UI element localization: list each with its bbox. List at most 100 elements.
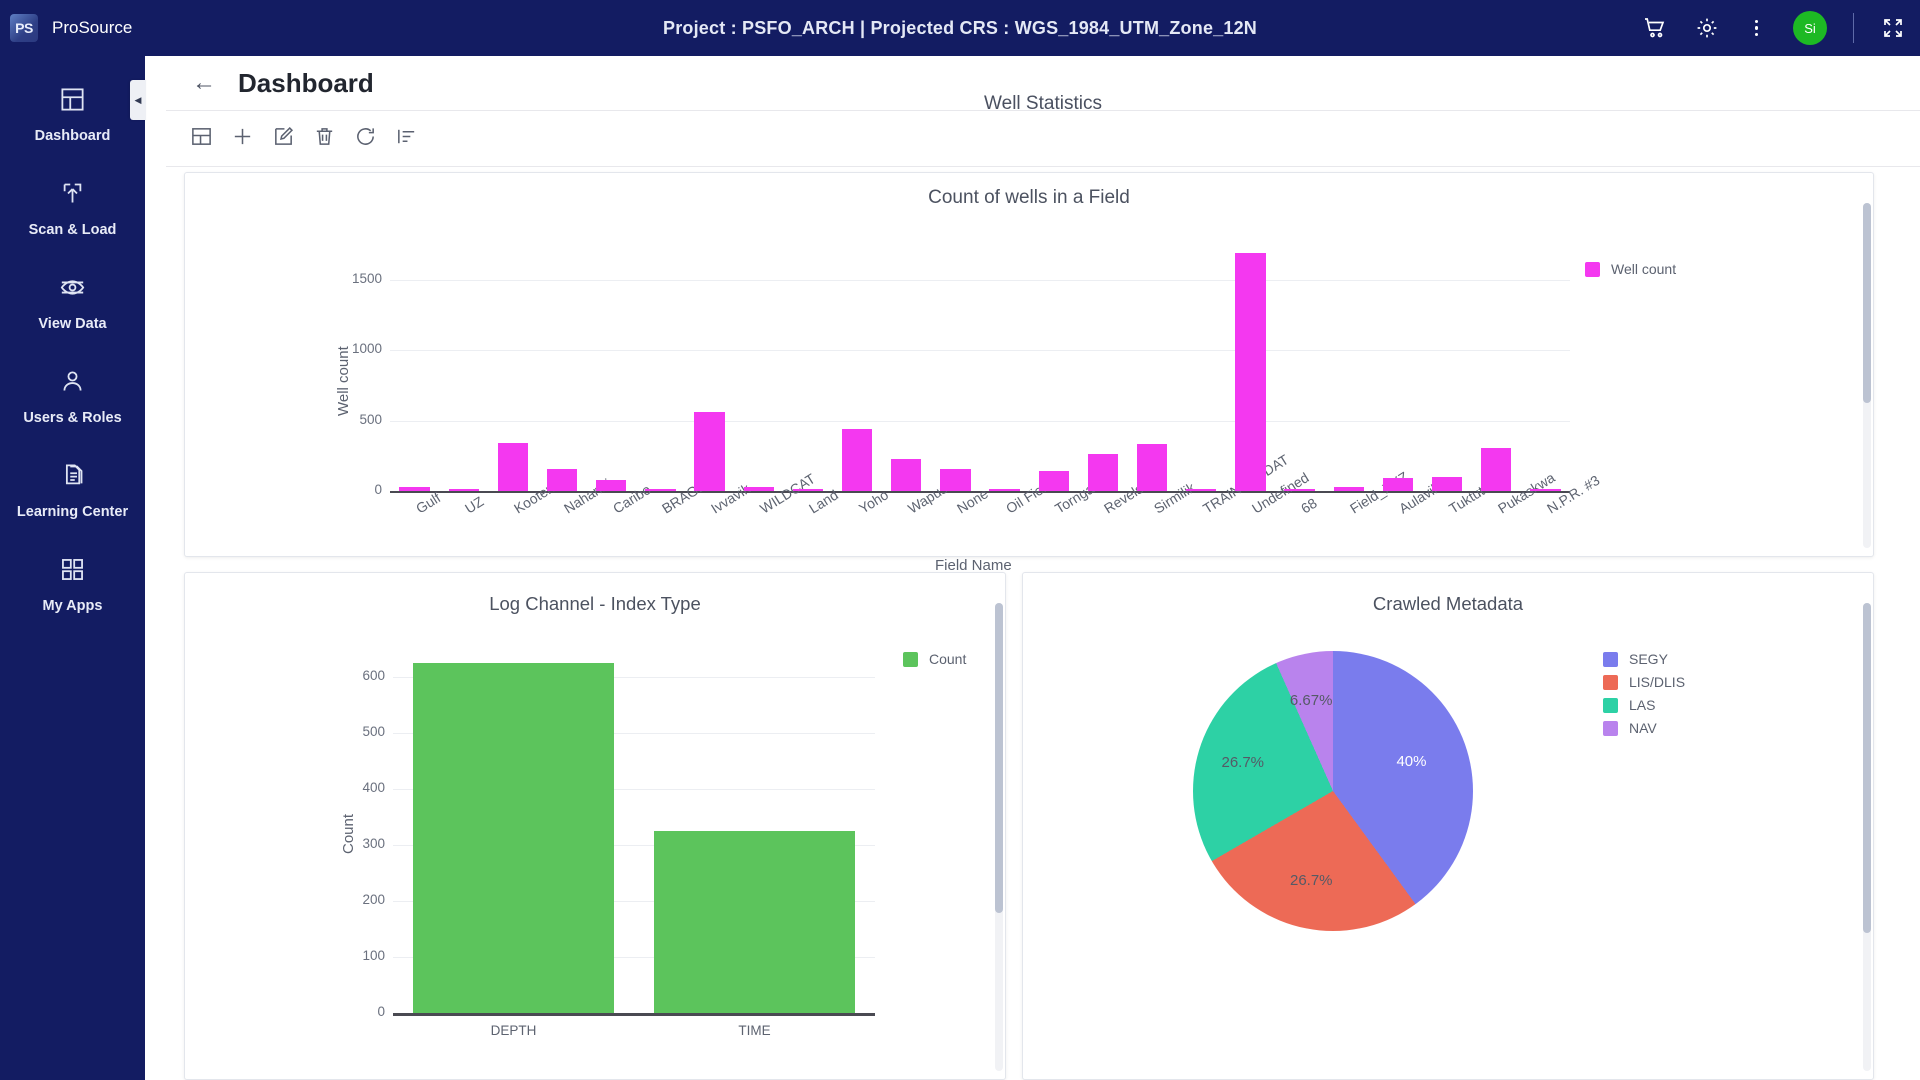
layout-grid-icon [190,125,213,153]
legend-swatch [1603,698,1618,713]
bar[interactable] [1088,454,1118,491]
sidebar-item-dashboard[interactable]: Dashboard [0,86,145,144]
pie-disc[interactable] [1193,651,1473,931]
crawled-metadata-pie-chart: 40%26.7%26.7%6.67% [1193,651,1473,931]
chart-legend: Well count [1585,261,1676,277]
bar[interactable] [399,487,429,491]
sidebar-item-my-apps[interactable]: My Apps [0,556,145,614]
x-axis-tick: 68 [1298,495,1320,517]
legend-label: Count [929,651,966,667]
legend-item[interactable]: Well count [1585,261,1676,277]
legend-item[interactable]: LAS [1603,697,1685,713]
app-root: PS ProSource Project : PSFO_ARCH | Proje… [0,0,1920,1080]
plus-icon [231,125,254,153]
x-axis-tick: TIME [654,1023,854,1038]
add-button[interactable] [227,124,257,154]
sidebar-item-view-data[interactable]: View Data [0,274,145,332]
bar[interactable] [547,469,577,491]
cart-icon[interactable] [1642,15,1668,41]
layout-grid-button[interactable] [186,124,216,154]
gridline [390,421,1570,422]
legend-label: LAS [1629,697,1655,713]
vertical-scrollbar[interactable] [1863,603,1871,1071]
chart-legend: Count [903,651,966,667]
scrollbar-thumb[interactable] [995,603,1003,913]
legend-swatch [1603,721,1618,736]
bar[interactable] [1481,448,1511,491]
page-header: ← Dashboard [166,56,1920,111]
bar[interactable] [1284,489,1314,491]
back-button[interactable]: ← [192,71,216,95]
bar[interactable] [1235,253,1265,491]
bar[interactable] [1334,487,1364,491]
gear-icon[interactable] [1694,15,1720,41]
upload-box-icon [59,180,86,212]
y-axis-label: Well count [335,346,352,416]
x-axis-tick: WILDCAT [757,470,818,516]
log-channel-card: Log Channel - Index Type 010020030040050… [184,572,1006,1080]
vertical-dots-icon[interactable] [1746,16,1768,41]
top-bar-actions: Si [1642,0,1907,56]
refresh-button[interactable] [350,124,380,154]
sidebar-item-label: Learning Center [17,504,128,520]
bar[interactable] [596,480,626,491]
well-count-bar-chart: 050010001500Well countGulfUZKootenavNaha… [185,173,1873,556]
gridline [390,280,1570,281]
bar[interactable] [1137,444,1167,491]
fullscreen-icon[interactable] [1880,15,1906,41]
sidebar-item-learning-center[interactable]: Learning Center [0,462,145,520]
apps-grid-icon [59,556,86,588]
vertical-scrollbar[interactable] [1863,203,1871,548]
bar[interactable] [645,489,675,491]
vertical-scrollbar[interactable] [995,603,1003,1071]
eye-icon [59,274,86,306]
bar[interactable] [413,663,613,1013]
bar[interactable] [940,469,970,491]
x-axis-tick: UZ [462,493,486,516]
bar[interactable] [744,487,774,491]
sidebar-item-scan-load[interactable]: Scan & Load [0,180,145,238]
y-axis-label: Count [340,814,357,854]
bar[interactable] [449,489,479,491]
scrollbar-thumb[interactable] [1863,203,1871,403]
bar[interactable] [1432,477,1462,491]
bar[interactable] [891,459,921,491]
legend-item[interactable]: NAV [1603,720,1685,736]
bar[interactable] [842,429,872,491]
y-axis-tick: 1500 [328,271,382,286]
sidebar-collapse-button[interactable]: ◀ [130,80,146,120]
legend-label: SEGY [1629,651,1668,667]
bar[interactable] [989,489,1019,491]
trash-icon [313,125,336,153]
sidebar-item-label: Users & Roles [23,410,121,426]
x-axis-tick: Gulf [413,489,443,516]
documents-icon [59,462,86,494]
brand-name: ProSource [52,18,132,38]
bar[interactable] [654,831,854,1013]
sidebar-item-users-roles[interactable]: Users & Roles [0,368,145,426]
divider [1853,13,1854,43]
scrollbar-thumb[interactable] [1863,603,1871,933]
content-panel: ← Dashboard Well Statistics [166,56,1920,1080]
bar[interactable] [1039,471,1069,491]
pie-slice-label: 40% [1396,753,1426,770]
sidebar-item-label: Dashboard [35,128,111,144]
bar[interactable] [1383,478,1413,491]
legend-item[interactable]: LIS/DLIS [1603,674,1685,690]
bar[interactable] [1186,489,1216,491]
prosource-logo: PS [10,14,38,42]
delete-button[interactable] [309,124,339,154]
legend-swatch [1603,675,1618,690]
y-axis-tick: 0 [328,482,382,497]
bar[interactable] [498,443,528,491]
bar[interactable] [793,489,823,491]
edit-button[interactable] [268,124,298,154]
legend-item[interactable]: SEGY [1603,651,1685,667]
bar[interactable] [694,412,724,491]
bar[interactable] [1530,489,1560,491]
sidebar-item-label: Scan & Load [29,222,117,238]
brand[interactable]: PS ProSource [0,14,132,42]
legend-item[interactable]: Count [903,651,966,667]
list-button[interactable] [391,124,421,154]
avatar[interactable]: Si [1793,11,1827,45]
